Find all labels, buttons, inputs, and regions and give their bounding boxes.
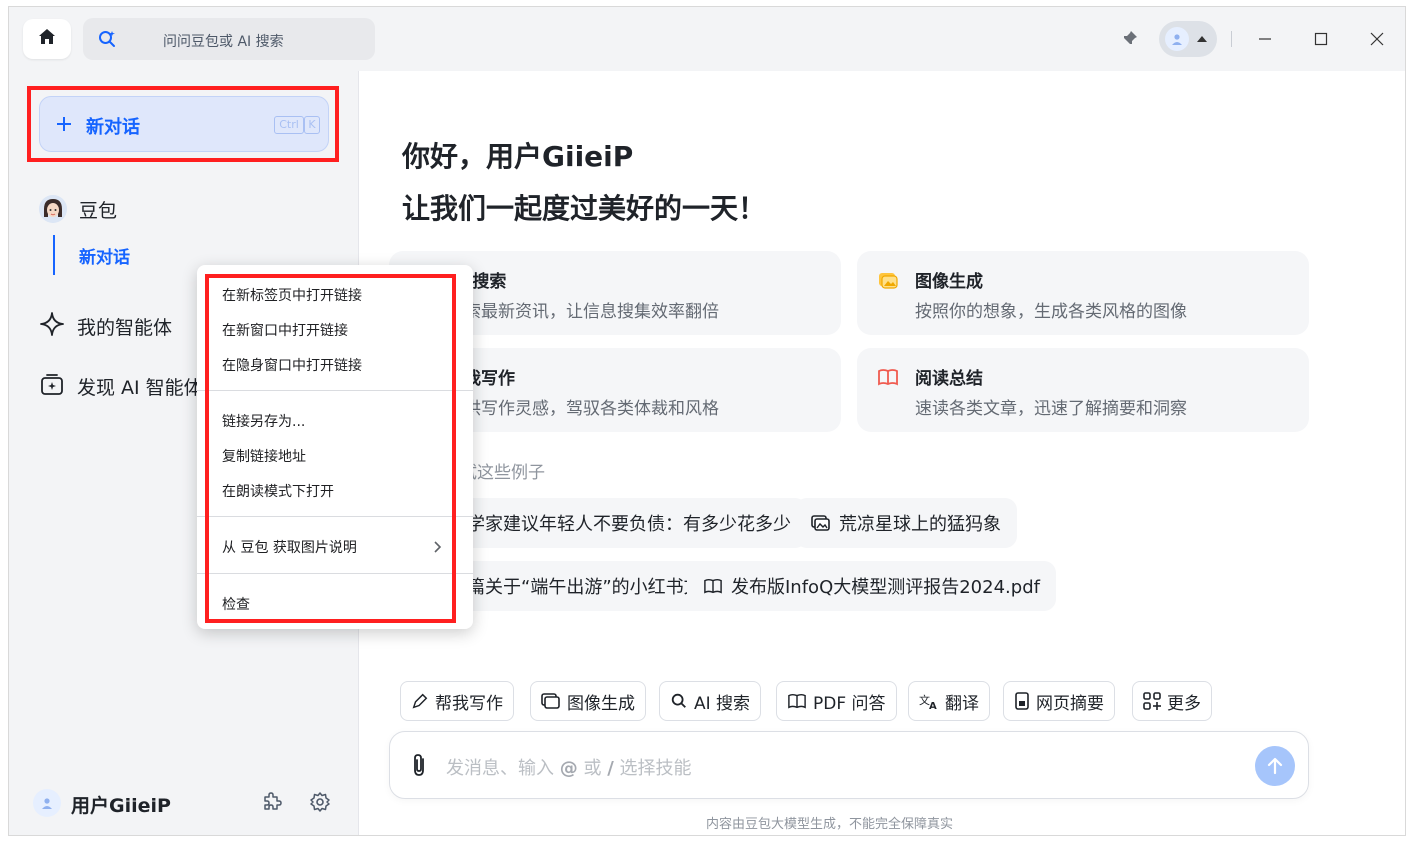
translate-icon: 文A (919, 692, 939, 710)
greeting-subtitle: 让我们一起度过美好的一天！ (402, 192, 767, 225)
minimize-icon (1259, 38, 1271, 40)
gear-icon[interactable] (309, 791, 331, 817)
main-panel: 你好，用户GiieiP 让我们一起度过美好的一天！ AI 搜索 搜索最新资讯，让… (359, 71, 1405, 835)
maximize-icon (1314, 32, 1328, 46)
title-bar: 问问豆包或 AI 搜索 (9, 7, 1405, 71)
book-icon (703, 577, 723, 595)
sidebar-item-label: 我的智能体 (77, 316, 173, 339)
chat-item-new[interactable]: 新对话 (53, 235, 130, 275)
skill-image-button[interactable]: 图像生成 (530, 681, 646, 721)
close-icon (1370, 32, 1384, 46)
ai-search-icon (670, 692, 688, 710)
search-placeholder: 问问豆包或 AI 搜索 (163, 34, 284, 50)
plugin-icon[interactable] (261, 791, 283, 817)
skill-label: 图像生成 (567, 693, 635, 714)
skill-label: 更多 (1167, 693, 1201, 714)
home-icon (37, 27, 57, 51)
example-text: 发布版InfoQ大模型测评报告2024.pdf (731, 577, 1040, 598)
skill-pdf-button[interactable]: PDF 问答 (776, 681, 897, 721)
sidebar-item-my-agents[interactable]: 我的智能体 (39, 311, 172, 341)
example-chip[interactable]: 发布版InfoQ大模型测评报告2024.pdf (687, 561, 1056, 611)
card-desc: 速读各类文章，迅速了解摘要和洞察 (915, 399, 1187, 419)
skill-label: PDF 问答 (813, 693, 886, 714)
skill-label: 网页摘要 (1036, 693, 1104, 714)
skill-label: 翻译 (945, 693, 979, 714)
skill-label: 帮我写作 (435, 693, 503, 714)
user-avatar-icon (1165, 27, 1189, 51)
highlight-frame (205, 274, 456, 623)
user-profile[interactable]: 用户GiieiP (33, 783, 343, 823)
highlight-frame (27, 86, 339, 162)
card-title: 图像生成 (915, 272, 983, 292)
sidebar-item-discover[interactable]: 发现 AI 智能体 (39, 371, 203, 401)
sparkle-icon (39, 311, 65, 341)
greeting-title: 你好，用户GiieiP (402, 140, 634, 173)
message-input[interactable]: 发消息、输入 @ 或 / 选择技能 (389, 731, 1309, 799)
doubao-avatar (39, 195, 67, 223)
chat-item-label: 新对话 (79, 248, 130, 268)
card-desc: 提供写作灵感，驾驭各类体裁和风格 (447, 399, 719, 419)
card-title: 阅读总结 (915, 369, 983, 389)
sidebar-item-label: 豆包 (79, 199, 118, 222)
disclaimer-text: 内容由豆包大模型生成，不能完全保障真实 (706, 817, 954, 832)
minimize-button[interactable] (1253, 27, 1277, 51)
skill-more-button[interactable]: 更多 (1132, 681, 1212, 721)
card-desc: 按照你的想象，生成各类风格的图像 (915, 302, 1187, 322)
sidebar-item-doubao[interactable]: 豆包 (39, 195, 117, 223)
chevron-up-icon (1197, 36, 1207, 42)
skill-label: AI 搜索 (694, 693, 751, 714)
sidebar-item-label: 发现 AI 智能体 (77, 376, 203, 399)
skill-translate-button[interactable]: 文A 翻译 (908, 681, 990, 721)
example-chip[interactable]: 荒凉星球上的猛犸象 (795, 498, 1017, 548)
close-button[interactable] (1365, 27, 1389, 51)
discover-agent-icon (39, 371, 65, 401)
app-window: 问问豆包或 AI 搜索 新对话 Ctrl K 豆包 新对话 我的智能体 发现 A… (8, 6, 1406, 836)
image-icon (541, 692, 561, 710)
book-icon (787, 692, 807, 710)
titlebar-divider (1231, 31, 1232, 47)
home-button[interactable] (23, 19, 71, 59)
image-gen-icon (877, 269, 899, 295)
svg-text:A: A (929, 701, 937, 710)
card-desc: 搜索最新资讯，让信息搜集效率翻倍 (447, 302, 719, 322)
search-input[interactable]: 问问豆包或 AI 搜索 (83, 18, 375, 60)
arrow-up-icon (1267, 757, 1283, 775)
skill-writing-button[interactable]: 帮我写作 (400, 681, 514, 721)
example-text: 荒凉星球上的猛犸象 (839, 514, 1001, 535)
user-name: 用户GiieiP (71, 795, 171, 817)
attach-icon[interactable] (408, 752, 430, 782)
maximize-button[interactable] (1309, 27, 1333, 51)
ai-search-icon (97, 29, 117, 53)
example-text: 写一篇关于“端午出游”的小红书文案 (431, 577, 720, 598)
account-menu-button[interactable] (1159, 21, 1217, 57)
skill-webpage-button[interactable]: 网页摘要 (1003, 681, 1115, 721)
skill-ai-search-button[interactable]: AI 搜索 (659, 681, 762, 721)
pin-icon[interactable] (1121, 29, 1139, 51)
feature-card-image-gen[interactable]: 图像生成 按照你的想象，生成各类风格的图像 (857, 251, 1309, 335)
example-text: 经济学家建议年轻人不要负债：有多少花多少 (431, 514, 791, 535)
user-avatar-icon (33, 789, 61, 817)
image-icon (811, 514, 831, 532)
message-placeholder: 发消息、输入 @ 或 / 选择技能 (446, 758, 692, 779)
webpage-icon (1014, 692, 1030, 710)
pen-icon (411, 692, 429, 710)
more-grid-icon (1143, 692, 1161, 710)
book-icon (877, 366, 899, 392)
feature-card-reading[interactable]: 阅读总结 速读各类文章，迅速了解摘要和洞察 (857, 348, 1309, 432)
send-button[interactable] (1255, 746, 1295, 786)
